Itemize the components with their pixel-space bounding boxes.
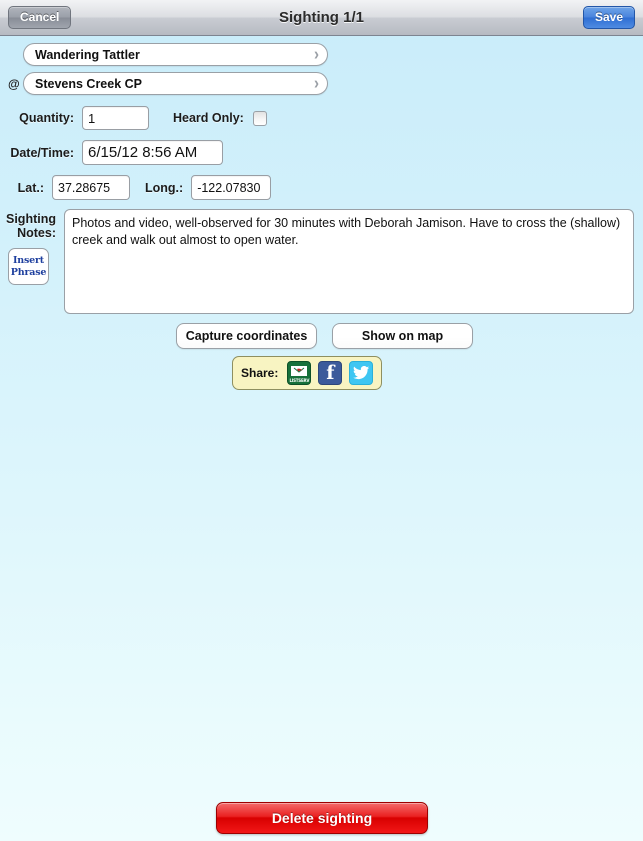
datetime-label: Date/Time: bbox=[10, 145, 74, 160]
insert-phrase-line2: Phrase bbox=[10, 266, 47, 278]
insert-phrase-line1: Insert bbox=[13, 254, 44, 266]
latitude-input[interactable] bbox=[52, 175, 130, 200]
longitude-label: Long.: bbox=[145, 180, 184, 195]
location-picker[interactable]: Stevens Creek CP › bbox=[23, 72, 328, 95]
location-row: @ Stevens Creek CP › bbox=[0, 72, 643, 95]
at-symbol: @ bbox=[8, 76, 20, 91]
listserv-bird-glyph bbox=[293, 367, 305, 373]
notes-label-line1: Sighting bbox=[6, 212, 56, 226]
quantity-label: Quantity: bbox=[19, 111, 74, 125]
quantity-input[interactable] bbox=[82, 106, 149, 130]
delete-sighting-button[interactable]: Delete sighting bbox=[216, 802, 428, 834]
map-actions-row: Capture coordinates Show on map bbox=[0, 323, 643, 349]
coordinates-row: Lat.: Long.: bbox=[0, 175, 643, 200]
sighting-notes-textarea[interactable]: Photos and video, well-observed for 30 m… bbox=[64, 209, 634, 314]
latitude-label: Lat.: bbox=[17, 180, 44, 195]
insert-phrase-button[interactable]: Insert Phrase bbox=[8, 248, 49, 285]
navigation-bar: Cancel Sighting 1/1 Save bbox=[0, 0, 643, 36]
notes-label-line2: Notes: bbox=[17, 226, 56, 240]
cancel-button[interactable]: Cancel bbox=[8, 5, 72, 30]
quantity-row: Quantity: Heard Only: bbox=[0, 106, 643, 130]
heard-only-label: Heard Only: bbox=[173, 111, 244, 125]
species-picker[interactable]: Wandering Tattler › bbox=[23, 43, 328, 66]
page-title: Sighting 1/1 bbox=[278, 9, 364, 26]
save-button[interactable]: Save bbox=[582, 5, 635, 30]
heard-only-checkbox[interactable] bbox=[252, 110, 267, 126]
listserv-icon[interactable]: LISTSERV bbox=[287, 361, 312, 385]
listserv-caption: LISTSERV bbox=[289, 378, 310, 383]
datetime-row: Date/Time: bbox=[0, 140, 643, 165]
sighting-form: Wandering Tattler › @ Stevens Creek CP ›… bbox=[0, 43, 643, 390]
share-box: Share: LISTSERV f bbox=[232, 356, 383, 390]
twitter-icon[interactable] bbox=[349, 361, 374, 385]
capture-coordinates-button[interactable]: Capture coordinates bbox=[176, 323, 317, 349]
facebook-icon[interactable]: f bbox=[318, 361, 343, 385]
notes-row: Sighting Notes: Insert Phrase Photos and… bbox=[0, 209, 643, 314]
datetime-input[interactable] bbox=[82, 140, 223, 165]
show-on-map-button[interactable]: Show on map bbox=[332, 323, 473, 349]
longitude-input[interactable] bbox=[191, 175, 272, 200]
share-row: Share: LISTSERV f bbox=[0, 356, 643, 390]
facebook-f-glyph: f bbox=[326, 362, 335, 384]
notes-label-block: Sighting Notes: Insert Phrase bbox=[0, 209, 56, 285]
species-row: Wandering Tattler › bbox=[0, 43, 643, 66]
listserv-envelope-glyph bbox=[290, 365, 309, 377]
share-label: Share: bbox=[241, 366, 279, 380]
location-value: Stevens Creek CP bbox=[35, 76, 143, 91]
species-value: Wandering Tattler bbox=[35, 47, 140, 62]
chevron-right-icon: › bbox=[314, 44, 319, 65]
chevron-right-icon: › bbox=[314, 73, 319, 94]
twitter-bird-glyph bbox=[352, 366, 370, 380]
